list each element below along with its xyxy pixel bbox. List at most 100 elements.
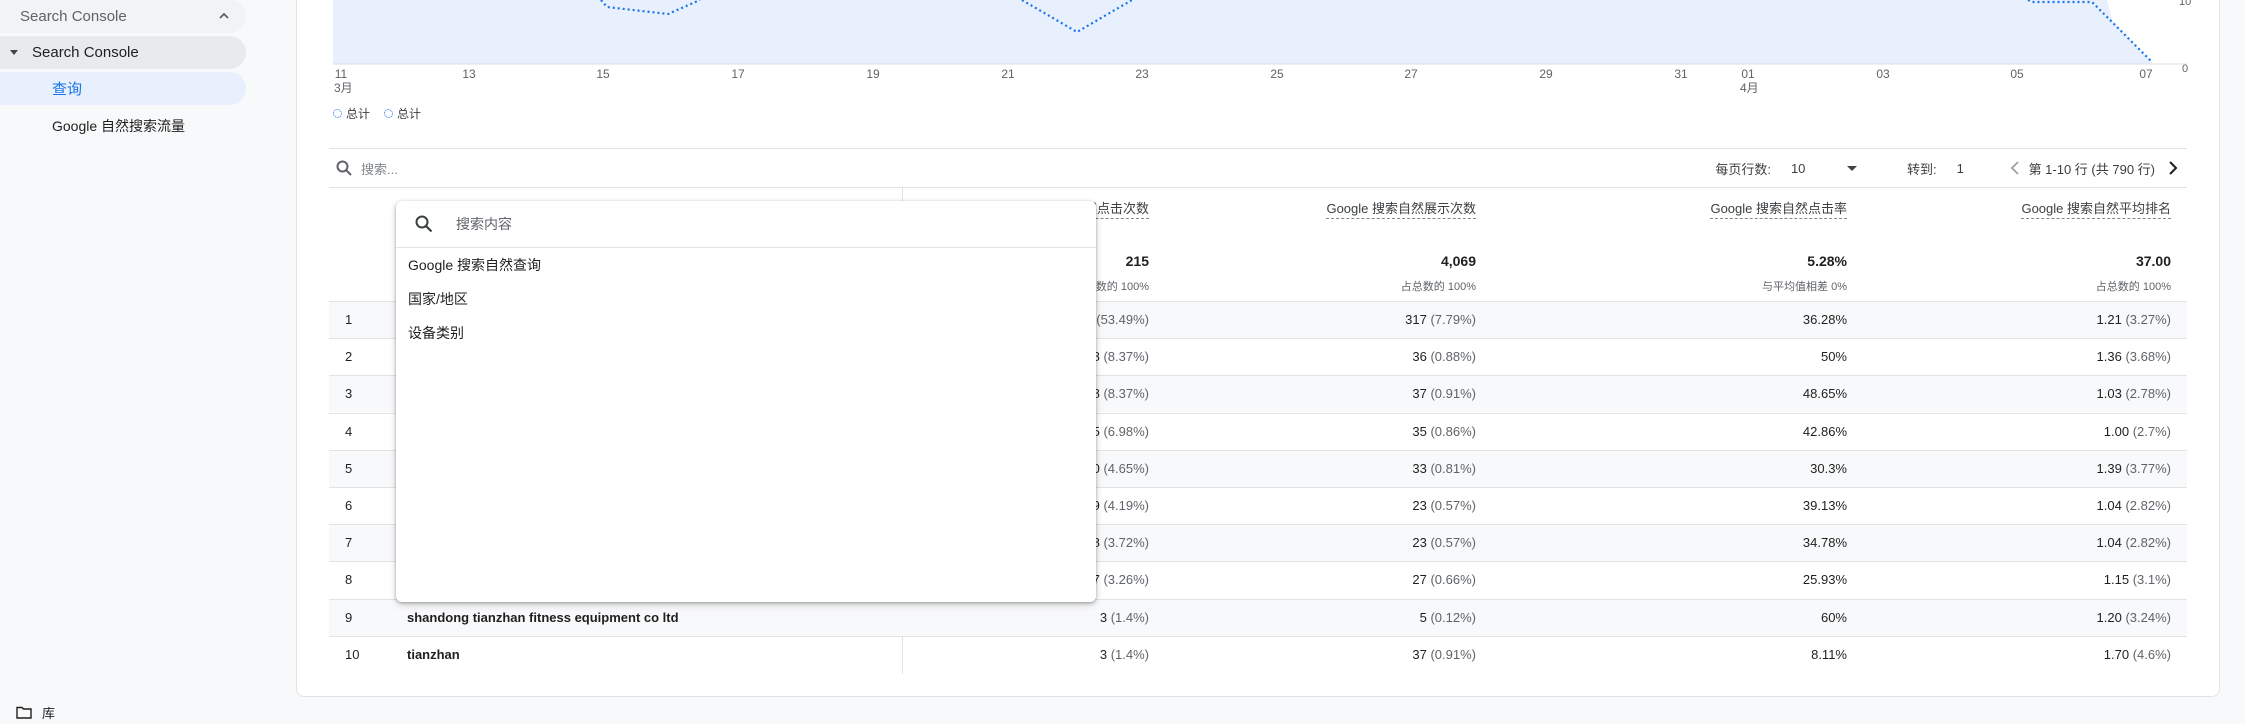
sidebar-item-organic-traffic[interactable]: Google 自然搜索流量 — [0, 109, 246, 142]
cell-position-value: 1.04 — [2096, 535, 2122, 551]
sidebar-item-query[interactable]: 查询 — [0, 72, 246, 105]
next-page-button[interactable] — [2163, 158, 2183, 178]
cell-position-value: 1.20 — [2096, 609, 2122, 625]
cell-position: 1.15 (3.1%) — [2104, 572, 2171, 587]
cell-position-percent: (2.82%) — [2125, 498, 2171, 513]
chevron-up-icon[interactable] — [216, 8, 232, 24]
cell-clicks: 8 (3.72%) — [1093, 535, 1149, 550]
prev-page-button[interactable] — [2005, 158, 2025, 178]
cell-impressions-value: 27 — [1412, 572, 1427, 588]
x-tick-label: 03 — [1876, 67, 1890, 81]
cell-impressions-percent: (0.57%) — [1430, 535, 1476, 551]
cell-clicks-percent: (4.19%) — [1103, 498, 1149, 513]
cell-ctr: 39.13% — [1803, 498, 1847, 513]
dropdown-arrow-icon — [1846, 165, 1857, 171]
cell-position-percent: (3.68%) — [2125, 349, 2171, 365]
sidebar-section-header[interactable]: Search Console — [0, 0, 246, 33]
cell-impressions: 23 (0.57%) — [1412, 535, 1476, 550]
cell-impressions-value: 37 — [1412, 386, 1427, 402]
row-index: 7 — [345, 535, 353, 551]
popup-search-bar — [396, 201, 1096, 248]
cell-impressions-percent: (0.88%) — [1430, 349, 1476, 365]
cell-position: 1.20 (3.24%) — [2097, 610, 2171, 625]
search-icon — [415, 215, 433, 233]
search-icon — [336, 160, 352, 176]
cell-position-value: 1.00 — [2103, 423, 2130, 439]
cell-ctr: 25.93% — [1803, 572, 1847, 587]
goto-page-input[interactable]: 1 — [1957, 161, 1997, 176]
cell-position-value: 1.03 — [2096, 386, 2122, 402]
table-row[interactable]: 10 tianzhan 3 (1.4%) 37 (0.91%) 8.11% 1.70 (4… — [329, 635, 2187, 673]
table-search-placeholder[interactable]: 搜索... — [361, 159, 398, 178]
cell-impressions-value: 37 — [1412, 646, 1427, 662]
cell-ctr-value: 34.78% — [1802, 535, 1847, 551]
cell-ctr-value: 30.3% — [1810, 460, 1847, 476]
cell-clicks-percent: (1.4%) — [1110, 609, 1149, 625]
cell-position-percent: (3.24%) — [2125, 609, 2171, 625]
cell-ctr-value: 60% — [1820, 609, 1847, 625]
cell-position: 1.70 (4.6%) — [2104, 647, 2171, 662]
cell-ctr-value: 25.93% — [1802, 572, 1847, 588]
row-index: 3 — [345, 386, 353, 402]
cell-clicks-percent: (8.37%) — [1103, 349, 1149, 365]
legend-item[interactable]: 总计 — [384, 105, 421, 122]
cell-ctr: 8.11% — [1811, 647, 1847, 662]
x-month-label: 3月 — [334, 81, 353, 95]
cell-impressions: 23 (0.57%) — [1412, 498, 1476, 513]
cell-clicks-percent: (6.98%) — [1103, 423, 1149, 439]
row-index: 10 — [345, 646, 360, 662]
cell-ctr-value: 39.13% — [1802, 498, 1847, 513]
total-impressions: 4,069 — [1440, 253, 1476, 269]
row-index: 5 — [345, 460, 353, 476]
rows-per-page-label: 每页行数: — [1715, 161, 1771, 177]
cell-impressions: 37 (0.91%) — [1412, 647, 1476, 662]
legend-label: 总计 — [346, 107, 371, 121]
sidebar-item-search-console[interactable]: Search Console — [0, 36, 246, 69]
cell-impressions-value: 23 — [1412, 498, 1427, 513]
table-search[interactable]: 搜索... — [335, 159, 1715, 178]
popup-item-country[interactable]: 国家/地区 — [408, 289, 468, 309]
cell-clicks-percent: (8.37%) — [1103, 386, 1149, 402]
cell-position: 1.03 (2.78%) — [2097, 386, 2171, 401]
cell-impressions-percent: (0.12%) — [1430, 609, 1476, 625]
row-index: 2 — [345, 349, 353, 365]
legend-item[interactable]: 总计 — [333, 105, 370, 122]
cell-ctr: 36.28% — [1803, 312, 1847, 327]
row-query: tianzhan — [407, 646, 460, 662]
cell-position-percent: (2.82%) — [2125, 535, 2171, 551]
cell-clicks-percent: (3.72%) — [1103, 535, 1149, 551]
cell-ctr: 42.86% — [1803, 424, 1847, 439]
sidebar-item-library[interactable]: 库 — [16, 702, 55, 722]
popup-item-query[interactable]: Google 搜索自然查询 — [408, 255, 541, 275]
cell-position-percent: (4.6%) — [2132, 646, 2171, 662]
column-header-position[interactable]: Google 搜索自然平均排名 — [2021, 200, 2171, 219]
chart-canvas — [333, 0, 2187, 65]
total-impressions-sub: 占总数的 100% — [1400, 281, 1476, 293]
cell-impressions-percent: (0.91%) — [1430, 386, 1476, 402]
table-row[interactable]: 9 shandong tianzhan fitness equipment co … — [329, 598, 2187, 636]
x-tick-label: 27 — [1404, 67, 1418, 81]
popup-search-input[interactable] — [454, 215, 1058, 233]
sidebar-item-label: 库 — [42, 705, 56, 721]
chart: 10 0 11 13 15 17 19 21 23 25 27 29 31 01… — [297, 0, 2219, 100]
cell-position-value: 1.21 — [2096, 312, 2122, 327]
x-tick-label: 17 — [731, 67, 745, 81]
cell-position: 1.36 (3.68%) — [2097, 349, 2171, 364]
cell-clicks-value: 3 — [1099, 646, 1108, 662]
cell-impressions-value: 35 — [1412, 423, 1427, 439]
x-month-label: 4月 — [1740, 81, 1759, 95]
legend-marker-icon — [333, 109, 342, 118]
column-header-ctr[interactable]: Google 搜索自然点击率 — [1710, 200, 1847, 219]
cell-impressions-percent: (0.57%) — [1430, 498, 1476, 513]
cell-ctr-value: 42.86% — [1802, 423, 1847, 439]
popup-item-device[interactable]: 设备类别 — [408, 323, 464, 343]
x-tick-label: 31 — [1674, 67, 1688, 81]
table-toolbar: 搜索... 每页行数: 10 转到: 1 第 1-10 行 (共 790 行) — [329, 148, 2187, 188]
cell-position-percent: (2.78%) — [2125, 386, 2171, 402]
cell-position-percent: (2.7%) — [2132, 423, 2171, 439]
rows-per-page-select[interactable]: 10 — [1791, 161, 1857, 176]
cell-clicks: 7 (3.26%) — [1093, 572, 1149, 587]
sidebar-item-label: Google 自然搜索流量 — [52, 117, 186, 134]
column-header-impressions[interactable]: Google 搜索自然展示次数 — [1326, 200, 1476, 219]
cell-impressions: 35 (0.86%) — [1412, 424, 1476, 439]
